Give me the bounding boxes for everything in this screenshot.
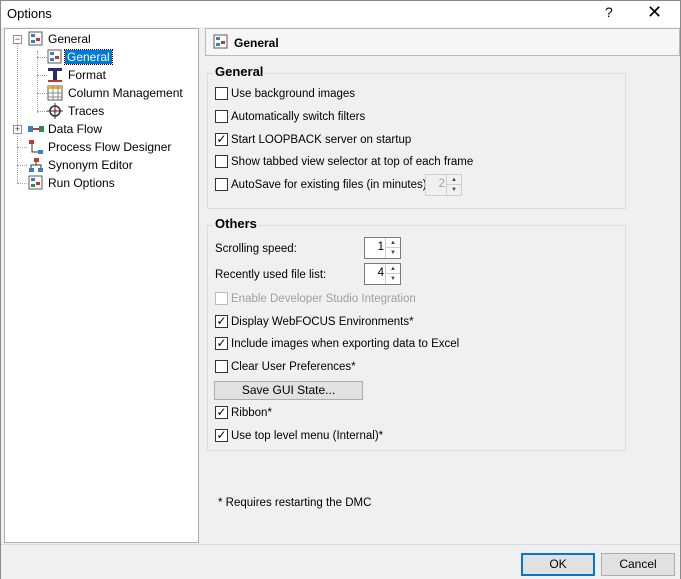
checkbox-checked[interactable]: ✓	[215, 133, 228, 146]
spin-up-icon: ▲	[447, 175, 461, 185]
run-options-icon	[28, 175, 44, 191]
scrolling-speed-label: Scrolling speed:	[215, 243, 297, 255]
tree-item-synonym-editor[interactable]: Synonym Editor	[48, 156, 133, 174]
ok-button[interactable]: OK	[521, 553, 595, 576]
spin-down-icon[interactable]: ▼	[386, 274, 400, 284]
table-icon	[47, 85, 63, 101]
checkbox-disabled	[215, 292, 228, 305]
checkbox-checked[interactable]: ✓	[215, 429, 228, 442]
others-group-legend: Others	[213, 216, 259, 231]
process-flow-icon	[28, 139, 44, 155]
options-dialog: Options ? ✕ − General General Format Col…	[0, 0, 681, 579]
spin-down-icon[interactable]: ▼	[386, 248, 400, 258]
traces-icon	[47, 103, 63, 119]
tree-item-traces[interactable]: Traces	[68, 102, 104, 120]
restart-note: * Requires restarting the DMC	[218, 497, 372, 509]
page-title: General	[234, 36, 279, 50]
title-bar: Options ? ✕	[1, 1, 680, 27]
spin-up-icon[interactable]: ▲	[386, 264, 400, 274]
checkbox[interactable]	[215, 360, 228, 373]
format-icon	[47, 67, 63, 83]
settings-icon	[28, 31, 44, 47]
general-group-legend: General	[213, 64, 266, 79]
help-button[interactable]: ?	[605, 4, 613, 20]
window-title: Options	[7, 6, 52, 21]
settings-icon	[47, 49, 63, 65]
tree-item-run-options[interactable]: Run Options	[48, 174, 115, 192]
checkbox[interactable]	[215, 178, 228, 191]
save-gui-state-button[interactable]: Save GUI State...	[214, 381, 363, 400]
dialog-footer: OK Cancel	[1, 544, 680, 579]
recent-files-label: Recently used file list:	[215, 269, 327, 281]
tree-item-general-root[interactable]: General	[48, 30, 91, 48]
tree-item-process-flow-designer[interactable]: Process Flow Designer	[48, 138, 171, 156]
synonym-editor-icon	[28, 157, 44, 173]
expand-data-flow-toggle[interactable]: +	[13, 125, 22, 134]
options-tree[interactable]: − General General Format Column Manageme…	[4, 28, 199, 543]
checkbox-checked[interactable]: ✓	[215, 337, 228, 350]
scrolling-speed-spinner[interactable]: 1 ▲ ▼	[364, 237, 401, 259]
tree-item-format[interactable]: Format	[68, 66, 106, 84]
collapse-general-toggle[interactable]: −	[13, 35, 22, 44]
spin-down-icon: ▼	[451, 187, 457, 193]
cancel-button[interactable]: Cancel	[601, 553, 675, 576]
checkbox-checked[interactable]: ✓	[215, 406, 228, 419]
close-button[interactable]: ✕	[647, 2, 662, 23]
spin-up-icon[interactable]: ▲	[386, 238, 400, 248]
checkbox-checked[interactable]: ✓	[215, 315, 228, 328]
tree-item-column-management[interactable]: Column Management	[68, 84, 183, 102]
settings-icon	[213, 34, 229, 50]
recent-files-spinner[interactable]: 4 ▲ ▼	[364, 263, 401, 285]
autosave-minutes-spinner: 2 ▲ ▼	[425, 174, 462, 196]
data-flow-icon	[28, 121, 44, 137]
tree-item-general[interactable]: General	[64, 48, 113, 66]
tree-item-data-flow[interactable]: Data Flow	[48, 120, 102, 138]
checkbox[interactable]	[215, 87, 228, 100]
checkbox[interactable]	[215, 110, 228, 123]
page-header: General	[205, 28, 680, 56]
checkbox[interactable]	[215, 155, 228, 168]
